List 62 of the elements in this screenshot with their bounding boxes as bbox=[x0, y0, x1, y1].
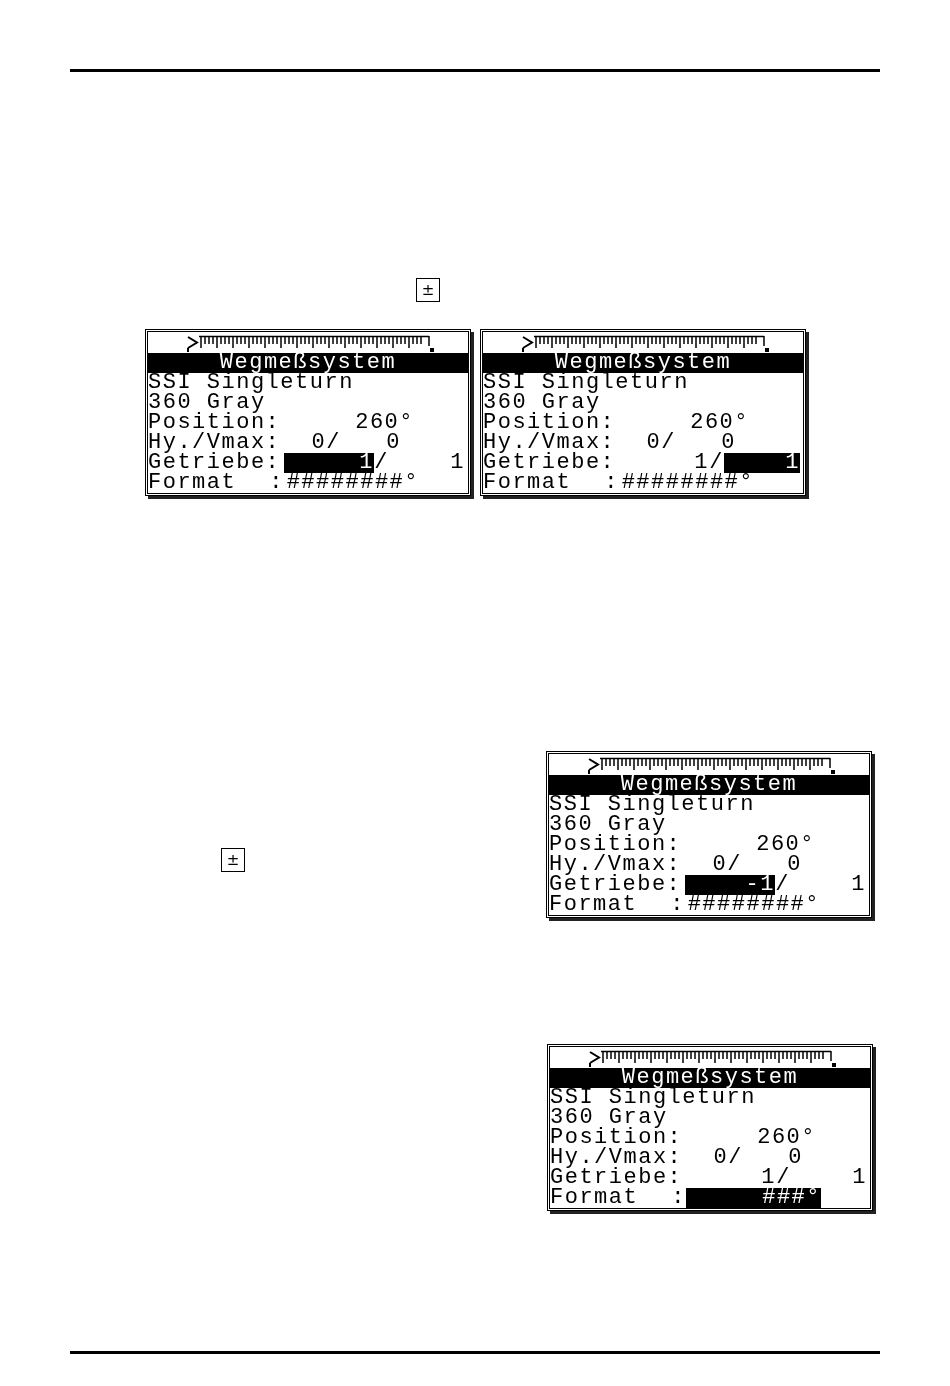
limit-value: 0/ bbox=[713, 1148, 743, 1168]
numerator-field: 1 bbox=[761, 1168, 776, 1188]
numerator-field: 1 bbox=[694, 453, 709, 473]
display-line: SSI Singleturn bbox=[483, 373, 689, 393]
limit-value: 0 bbox=[787, 855, 802, 875]
field-label: Format bbox=[549, 895, 638, 915]
limit-value: 0/ bbox=[712, 855, 742, 875]
display-line: SSI Singleturn bbox=[549, 795, 755, 815]
format-field: ########° bbox=[687, 895, 820, 915]
ratio-separator: / bbox=[776, 1168, 791, 1188]
ratio-separator: / bbox=[374, 453, 389, 473]
label-colon: : bbox=[269, 473, 284, 493]
limit-value: 0 bbox=[386, 433, 401, 453]
denominator-field: 1 bbox=[852, 1168, 867, 1188]
plus-minus-key: ± bbox=[416, 278, 440, 302]
display-line: 360 Gray bbox=[550, 1108, 668, 1128]
format-field: ########° bbox=[286, 473, 419, 493]
denominator-field: 1 bbox=[450, 453, 465, 473]
plus-minus-key: ± bbox=[221, 848, 245, 872]
format-field: ########° bbox=[621, 473, 754, 493]
screen-title: Wegmeßsystem bbox=[549, 775, 869, 795]
display-line: 360 Gray bbox=[148, 393, 266, 413]
field-label: Getriebe: bbox=[550, 1168, 683, 1188]
display-line: SSI Singleturn bbox=[148, 373, 354, 393]
field-label: Format bbox=[148, 473, 237, 493]
field-label: Position: bbox=[549, 835, 682, 855]
denominator-field: 1 bbox=[851, 875, 866, 895]
position-value: 260° bbox=[355, 413, 414, 433]
position-value: 260° bbox=[690, 413, 749, 433]
position-value: 260° bbox=[756, 835, 815, 855]
label-colon: : bbox=[670, 895, 685, 915]
field-label: Position: bbox=[550, 1128, 683, 1148]
numerator-field: -1 bbox=[685, 875, 775, 895]
limit-value: 0/ bbox=[311, 433, 341, 453]
screen-title: Wegmeßsystem bbox=[550, 1068, 870, 1088]
field-label: Getriebe: bbox=[483, 453, 616, 473]
screen-title: Wegmeßsystem bbox=[148, 353, 468, 373]
limit-value: 0 bbox=[721, 433, 736, 453]
ratio-separator: / bbox=[775, 875, 790, 895]
screen-title: Wegmeßsystem bbox=[483, 353, 803, 373]
field-label: Hy./Vmax: bbox=[148, 433, 281, 453]
numerator-field: 1 bbox=[284, 453, 374, 473]
display-line: 360 Gray bbox=[549, 815, 667, 835]
field-label: Getriebe: bbox=[148, 453, 281, 473]
field-label: Format bbox=[550, 1188, 639, 1208]
ratio-separator: / bbox=[709, 453, 724, 473]
field-label: Position: bbox=[148, 413, 281, 433]
denominator-field: 1 bbox=[724, 453, 800, 473]
field-label: Hy./Vmax: bbox=[483, 433, 616, 453]
field-label: Position: bbox=[483, 413, 616, 433]
format-field: ###° bbox=[686, 1188, 821, 1208]
limit-value: 0 bbox=[788, 1148, 803, 1168]
field-label: Getriebe: bbox=[549, 875, 682, 895]
field-label: Hy./Vmax: bbox=[549, 855, 682, 875]
field-label: Hy./Vmax: bbox=[550, 1148, 683, 1168]
display-line: SSI Singleturn bbox=[550, 1088, 756, 1108]
label-colon: : bbox=[671, 1188, 686, 1208]
display-line: 360 Gray bbox=[483, 393, 601, 413]
field-label: Format bbox=[483, 473, 572, 493]
position-value: 260° bbox=[757, 1128, 816, 1148]
limit-value: 0/ bbox=[646, 433, 676, 453]
label-colon: : bbox=[604, 473, 619, 493]
